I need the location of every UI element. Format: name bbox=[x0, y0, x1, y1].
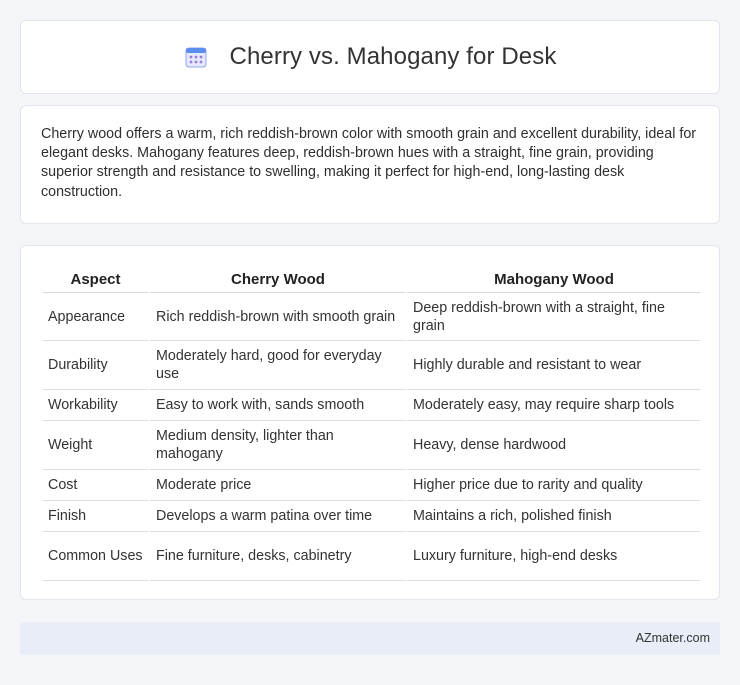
title-card: Cherry vs. Mahogany for Desk bbox=[20, 20, 720, 94]
row-mahogany-cell: Deep reddish-brown with a straight, fine… bbox=[405, 293, 700, 341]
header-aspect: Aspect bbox=[43, 265, 148, 293]
row-cherry-cell: Rich reddish-brown with smooth grain bbox=[148, 293, 405, 341]
row-aspect-cell: Durability bbox=[43, 341, 148, 390]
table-header-row: Aspect Cherry Wood Mahogany Wood bbox=[43, 265, 700, 293]
table-row: Finish Develops a warm patina over time … bbox=[43, 501, 700, 532]
table-row: Appearance Rich reddish-brown with smoot… bbox=[43, 293, 700, 341]
row-mahogany-cell: Moderately easy, may require sharp tools bbox=[405, 390, 700, 421]
row-aspect-cell: Weight bbox=[43, 421, 148, 470]
footer-bar: AZmater.com bbox=[20, 622, 720, 655]
row-cherry-cell: Easy to work with, sands smooth bbox=[148, 390, 405, 421]
table-row: Workability Easy to work with, sands smo… bbox=[43, 390, 700, 421]
table-row: Common Uses Fine furniture, desks, cabin… bbox=[43, 532, 700, 581]
title-wrap: Cherry vs. Mahogany for Desk bbox=[184, 43, 557, 71]
row-mahogany-cell: Higher price due to rarity and quality bbox=[405, 470, 700, 501]
summary-card: Cherry wood offers a warm, rich reddish-… bbox=[20, 105, 720, 224]
row-cherry-cell: Develops a warm patina over time bbox=[148, 501, 405, 532]
header-cherry-wood: Cherry Wood bbox=[148, 265, 405, 293]
table-row: Cost Moderate price Higher price due to … bbox=[43, 470, 700, 501]
row-mahogany-cell: Heavy, dense hardwood bbox=[405, 421, 700, 470]
row-aspect-cell: Finish bbox=[43, 501, 148, 532]
footer-brand[interactable]: AZmater.com bbox=[636, 631, 710, 645]
summary-text: Cherry wood offers a warm, rich reddish-… bbox=[41, 126, 697, 200]
row-aspect-cell: Cost bbox=[43, 470, 148, 501]
row-mahogany-cell: Maintains a rich, polished finish bbox=[405, 501, 700, 532]
row-aspect-cell: Common Uses bbox=[43, 532, 148, 581]
row-aspect-cell: Appearance bbox=[43, 293, 148, 341]
page-title: Cherry vs. Mahogany for Desk bbox=[229, 43, 557, 70]
row-cherry-cell: Medium density, lighter than mahogany bbox=[148, 421, 405, 470]
header-mahogany-wood: Mahogany Wood bbox=[405, 265, 700, 293]
row-cherry-cell: Moderate price bbox=[148, 470, 405, 501]
table-row: Weight Medium density, lighter than maho… bbox=[43, 421, 700, 470]
table-row: Durability Moderately hard, good for eve… bbox=[43, 341, 700, 390]
row-mahogany-cell: Luxury furniture, high-end desks bbox=[405, 532, 700, 581]
comparison-card: Aspect Cherry Wood Mahogany Wood Appeara… bbox=[20, 245, 720, 600]
row-cherry-cell: Moderately hard, good for everyday use bbox=[148, 341, 405, 390]
row-mahogany-cell: Highly durable and resistant to wear bbox=[405, 341, 700, 390]
row-aspect-cell: Workability bbox=[43, 390, 148, 421]
row-cherry-cell: Fine furniture, desks, cabinetry bbox=[148, 532, 405, 581]
calendar-icon bbox=[185, 47, 207, 68]
comparison-table: Aspect Cherry Wood Mahogany Wood Appeara… bbox=[43, 265, 700, 581]
